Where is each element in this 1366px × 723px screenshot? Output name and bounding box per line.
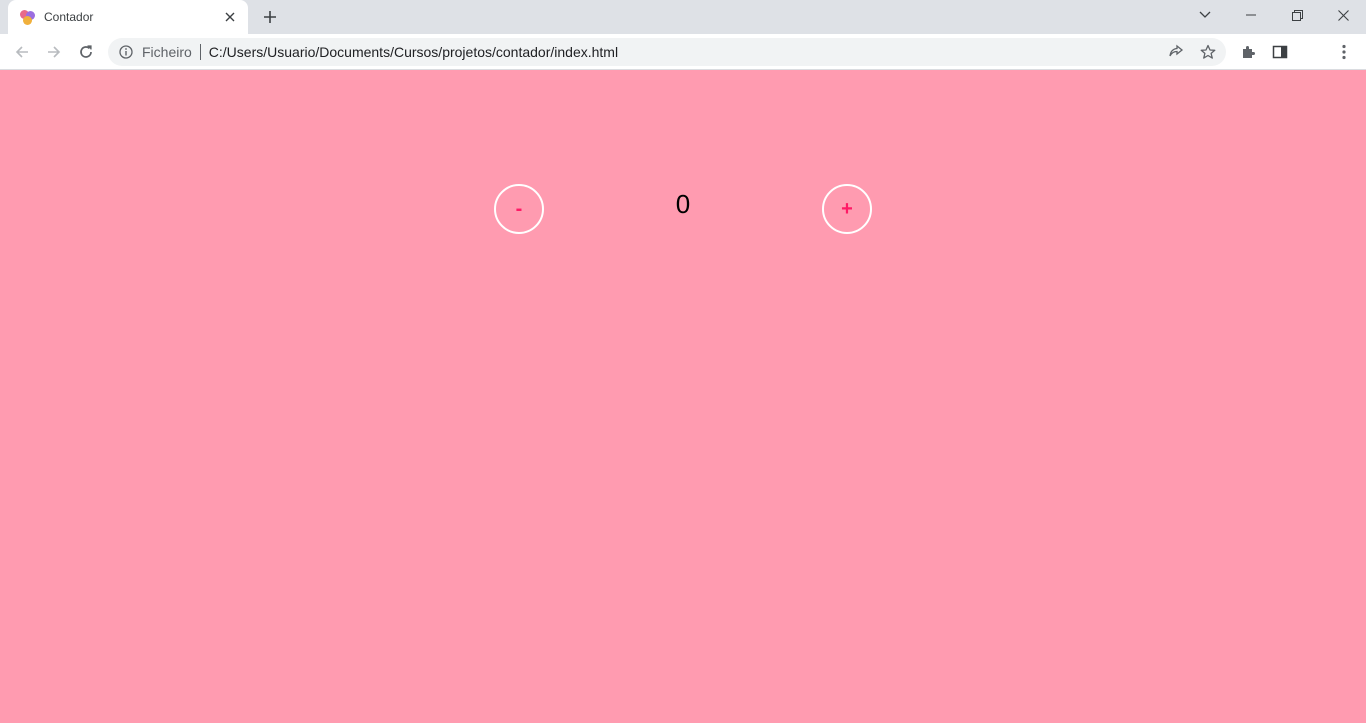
page-content: - 0 + (0, 71, 1366, 723)
url-text[interactable]: C:/Users/Usuario/Documents/Cursos/projet… (209, 44, 618, 60)
counter-value: 0 (675, 189, 691, 219)
side-panel-icon[interactable] (1270, 42, 1290, 62)
menu-kebab-icon[interactable] (1334, 42, 1354, 62)
close-window-icon[interactable] (1320, 0, 1366, 30)
tab-strip: Contador (0, 0, 1366, 34)
browser-toolbar: Ficheiro C:/Users/Usuario/Documents/Curs… (0, 34, 1366, 70)
bookmark-star-icon[interactable] (1200, 44, 1216, 60)
increment-button[interactable]: + (822, 184, 872, 234)
scheme-label: Ficheiro (142, 44, 192, 60)
address-bar[interactable]: Ficheiro C:/Users/Usuario/Documents/Curs… (108, 38, 1226, 66)
tab-search-icon[interactable] (1182, 0, 1228, 30)
extensions-icon[interactable] (1238, 42, 1258, 62)
minimize-icon[interactable] (1228, 0, 1274, 30)
back-icon[interactable] (8, 38, 36, 66)
address-separator (199, 44, 201, 60)
forward-icon[interactable] (40, 38, 68, 66)
favicon-icon (20, 9, 36, 25)
close-tab-icon[interactable] (222, 9, 238, 25)
reload-icon[interactable] (72, 38, 100, 66)
share-icon[interactable] (1168, 44, 1184, 60)
new-tab-icon[interactable] (258, 5, 282, 29)
active-tab[interactable]: Contador (8, 0, 248, 34)
decrement-button[interactable]: - (494, 184, 544, 234)
restore-icon[interactable] (1274, 0, 1320, 30)
tab-title: Contador (44, 10, 94, 24)
info-icon[interactable] (118, 44, 134, 60)
